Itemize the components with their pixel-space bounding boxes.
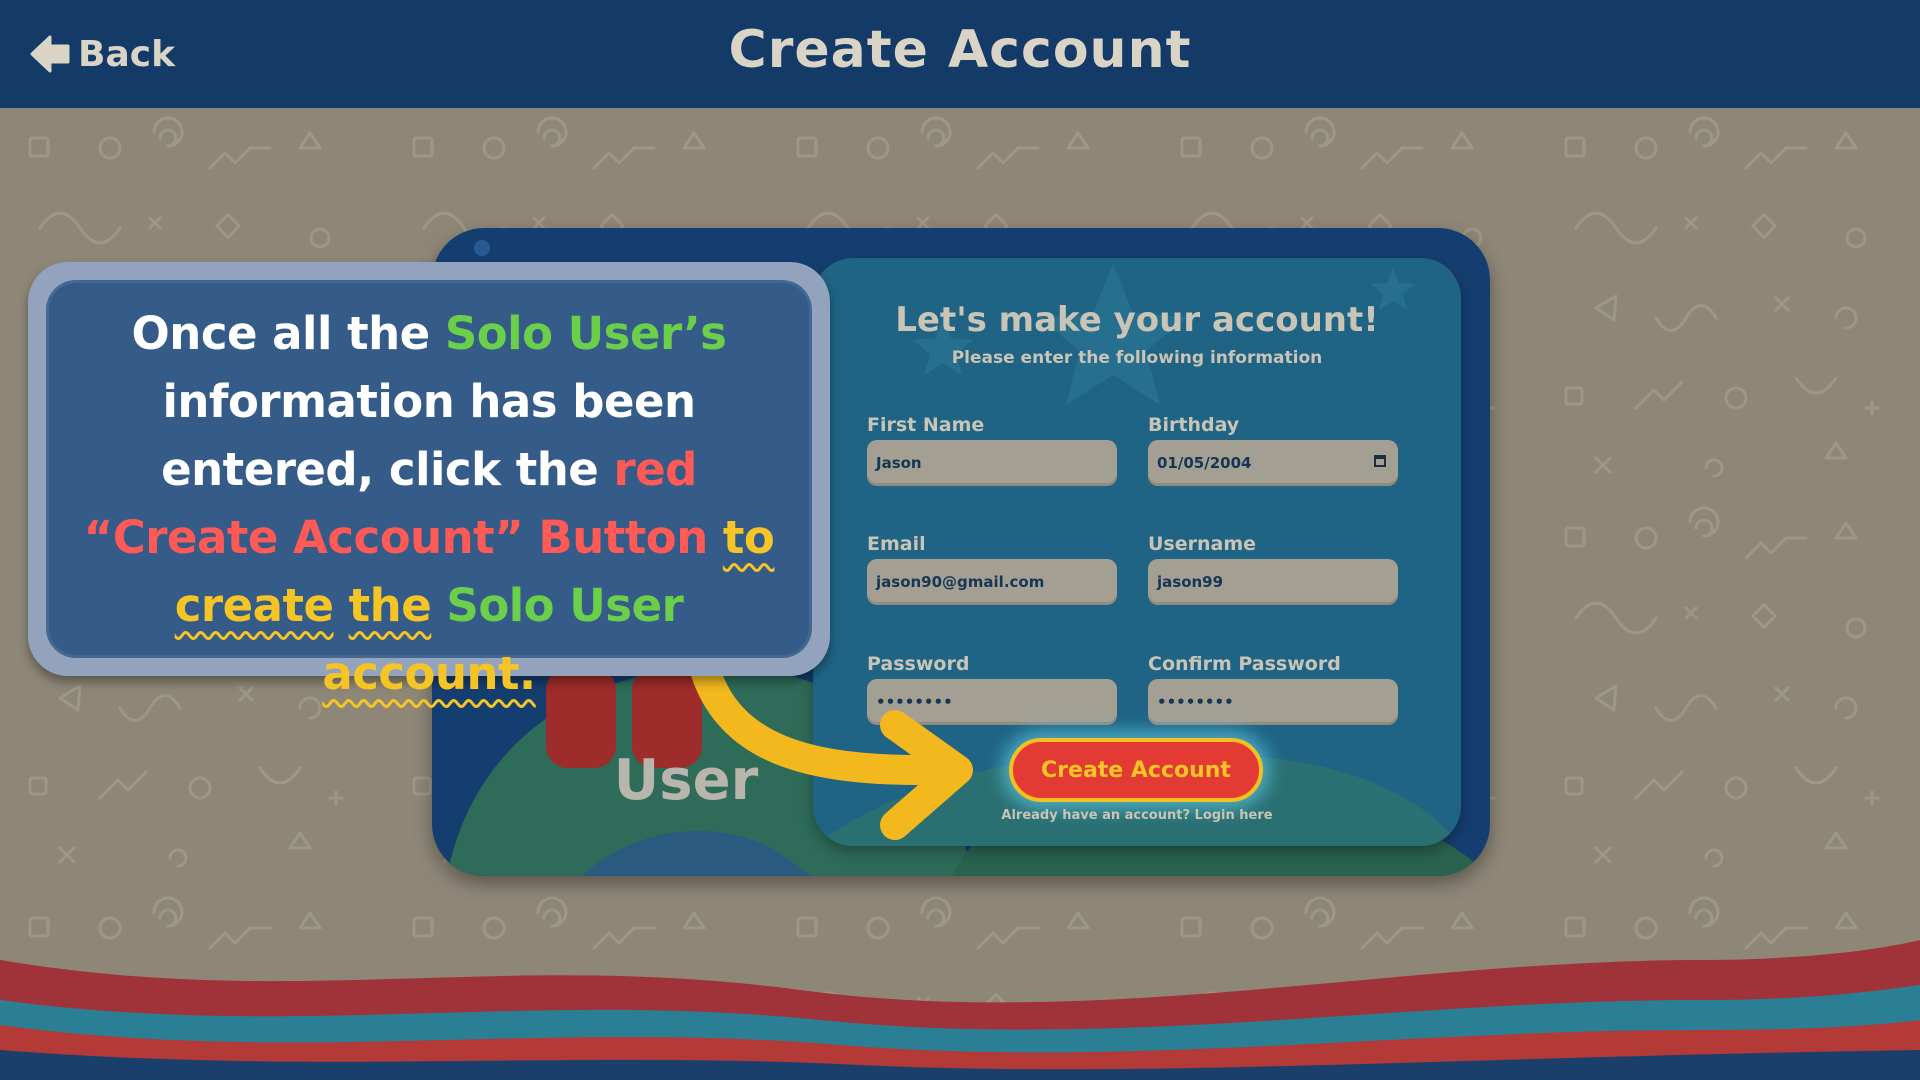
first-name-value: Jason	[876, 454, 922, 472]
instruction-space	[708, 511, 723, 564]
username-label: Username	[1148, 533, 1257, 555]
confirm-password-value: ••••••••	[1157, 693, 1234, 711]
email-value: jason90@gmail.com	[876, 573, 1045, 591]
first-name-label: First Name	[867, 414, 985, 436]
confirm-password-label: Confirm Password	[1148, 653, 1341, 675]
instruction-space	[431, 579, 446, 632]
first-name-field[interactable]: Jason	[867, 440, 1117, 486]
create-account-button[interactable]: Create Account	[1009, 738, 1263, 802]
calendar-icon[interactable]	[1374, 455, 1386, 467]
birthday-field[interactable]: 01/05/2004	[1148, 440, 1398, 486]
form-title: Let's make your account!	[895, 300, 1379, 340]
instruction-highlight-solo-user-2: Solo User	[446, 579, 684, 632]
birthday-value: 01/05/2004	[1157, 454, 1252, 472]
instruction-callout: Once all the Solo User’s information has…	[28, 262, 830, 700]
instruction-space	[334, 579, 349, 632]
birthday-label: Birthday	[1148, 414, 1240, 436]
instruction-text: Once all the Solo User’s information has…	[46, 280, 812, 700]
instruction-part: Once all the	[131, 307, 445, 360]
page-title: Create Account	[728, 20, 1192, 80]
email-label: Email	[867, 533, 926, 555]
instruction-highlight-the: the	[348, 579, 432, 632]
email-field[interactable]: jason90@gmail.com	[867, 559, 1117, 605]
curved-arrow-icon	[690, 660, 973, 840]
username-value: jason99	[1157, 573, 1224, 591]
instruction-highlight-solo-user: Solo User’s	[444, 307, 727, 360]
confirm-password-field[interactable]: ••••••••	[1148, 679, 1398, 725]
form-subtitle: Please enter the following information	[951, 348, 1323, 368]
username-field[interactable]: jason99	[1148, 559, 1398, 605]
top-bar: Back Create Account	[0, 0, 1920, 108]
instruction-highlight-account: account.	[322, 647, 536, 700]
bottom-waves	[0, 940, 1920, 1080]
